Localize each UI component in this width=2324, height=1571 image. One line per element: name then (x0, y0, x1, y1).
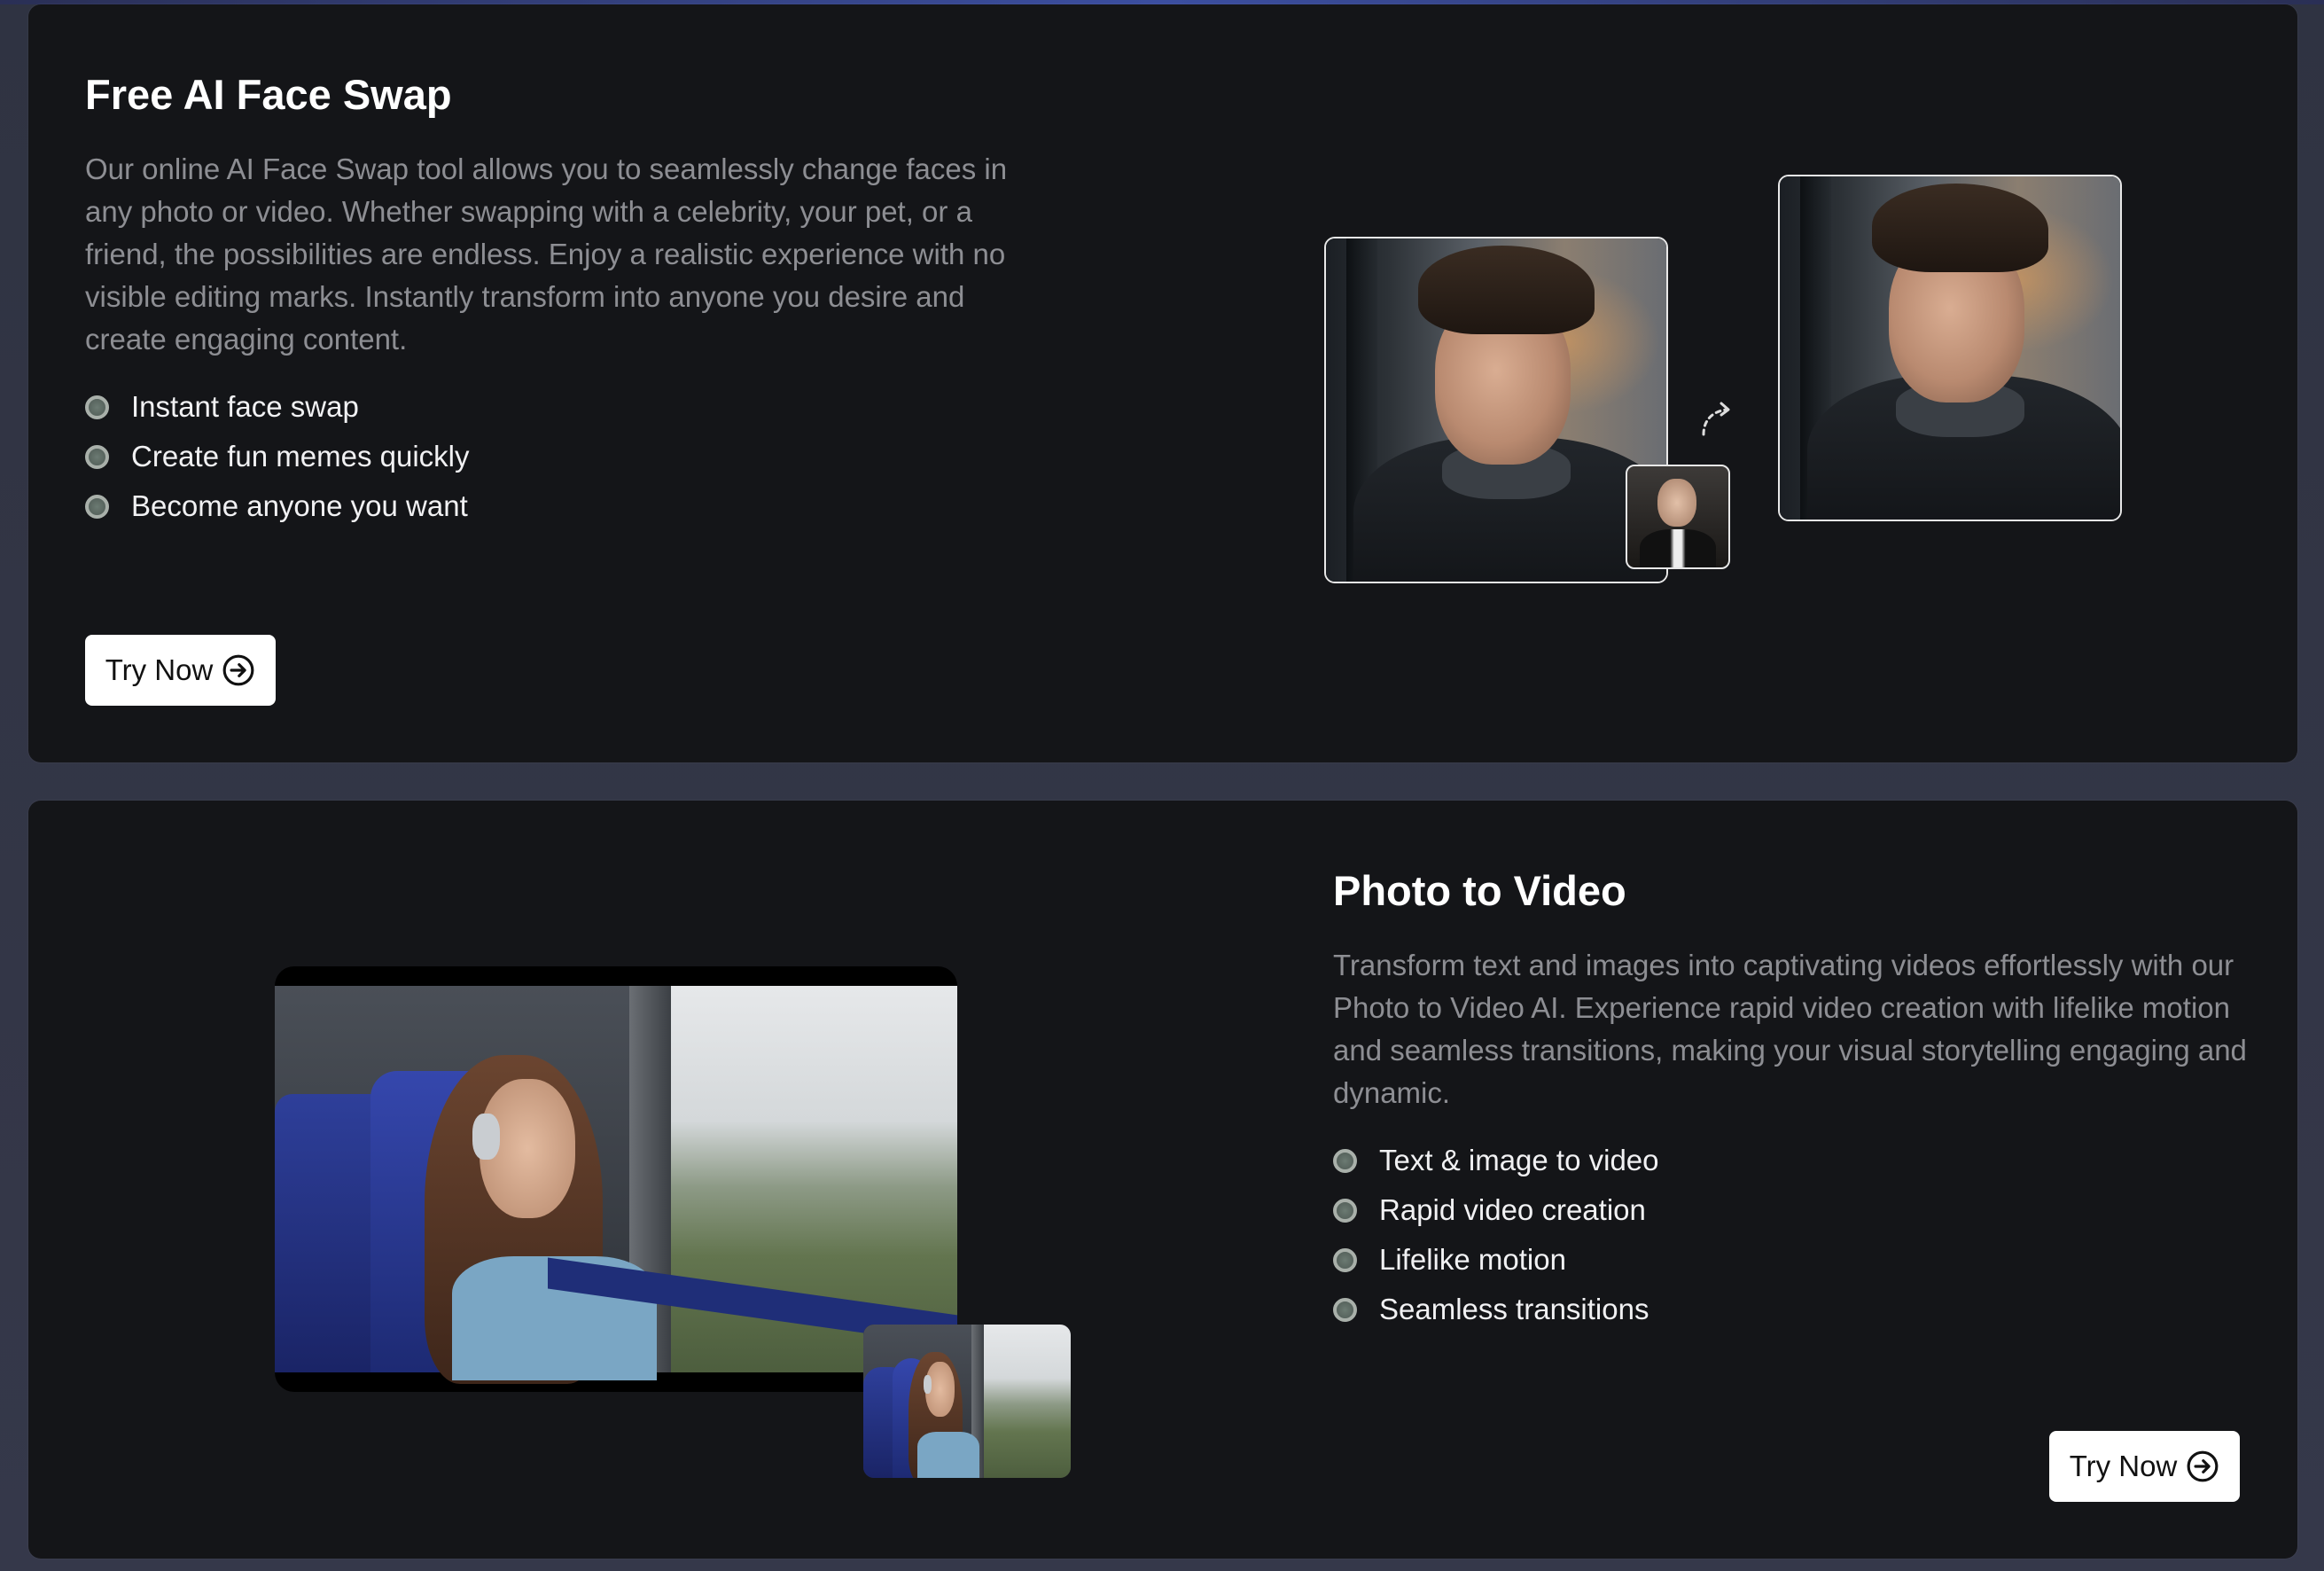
try-now-button[interactable]: Try Now (2049, 1431, 2240, 1502)
try-now-label: Try Now (105, 653, 214, 686)
bullet-dot-icon (1333, 1148, 1357, 1173)
bullet-dot-icon (85, 494, 109, 519)
try-now-button[interactable]: Try Now (85, 635, 276, 706)
feature-item: Seamless transitions (1333, 1285, 2273, 1334)
video-preview-image (275, 966, 957, 1392)
arrow-right-circle-icon (222, 654, 254, 686)
section-title: Free AI Face Swap (85, 71, 452, 118)
feature-item: Become anyone you want (85, 481, 1033, 531)
feature-item: Lifelike motion (1333, 1235, 2273, 1285)
bullet-dot-icon (1333, 1198, 1357, 1223)
feature-list: Text & image to video Rapid video creati… (1333, 1136, 2273, 1334)
feature-label: Become anyone you want (131, 489, 468, 522)
target-face-thumbnail (1626, 465, 1730, 569)
section-title: Photo to Video (1333, 867, 1626, 914)
feature-label: Instant face swap (131, 390, 359, 423)
bullet-dot-icon (1333, 1247, 1357, 1272)
feature-label: Create fun memes quickly (131, 440, 470, 473)
arrow-right-circle-icon (2187, 1450, 2219, 1482)
swapped-portrait-image (1778, 175, 2122, 521)
source-photo-thumbnail (863, 1325, 1071, 1478)
swap-arrow-icon (1702, 402, 1730, 436)
feature-item: Create fun memes quickly (85, 432, 1033, 481)
section-description: Our online AI Face Swap tool allows you … (85, 152, 1008, 356)
photo-to-video-content: Photo to Video Transform text and images… (1333, 863, 2273, 1334)
feature-label: Seamless transitions (1379, 1293, 1649, 1325)
feature-label: Rapid video creation (1379, 1193, 1646, 1226)
face-swap-content: Free AI Face Swap Our online AI Face Swa… (85, 66, 1033, 531)
bullet-dot-icon (85, 444, 109, 469)
feature-label: Lifelike motion (1379, 1243, 1566, 1276)
bullet-dot-icon (85, 395, 109, 419)
feature-item: Instant face swap (85, 382, 1033, 432)
feature-list: Instant face swap Create fun memes quick… (85, 382, 1033, 531)
feature-item: Text & image to video (1333, 1136, 2273, 1185)
section-description: Transform text and images into captivati… (1333, 949, 2247, 1109)
feature-label: Text & image to video (1379, 1144, 1659, 1176)
try-now-label: Try Now (2069, 1450, 2178, 1482)
source-portrait-image (1324, 237, 1668, 583)
bullet-dot-icon (1333, 1297, 1357, 1322)
feature-item: Rapid video creation (1333, 1185, 2273, 1235)
